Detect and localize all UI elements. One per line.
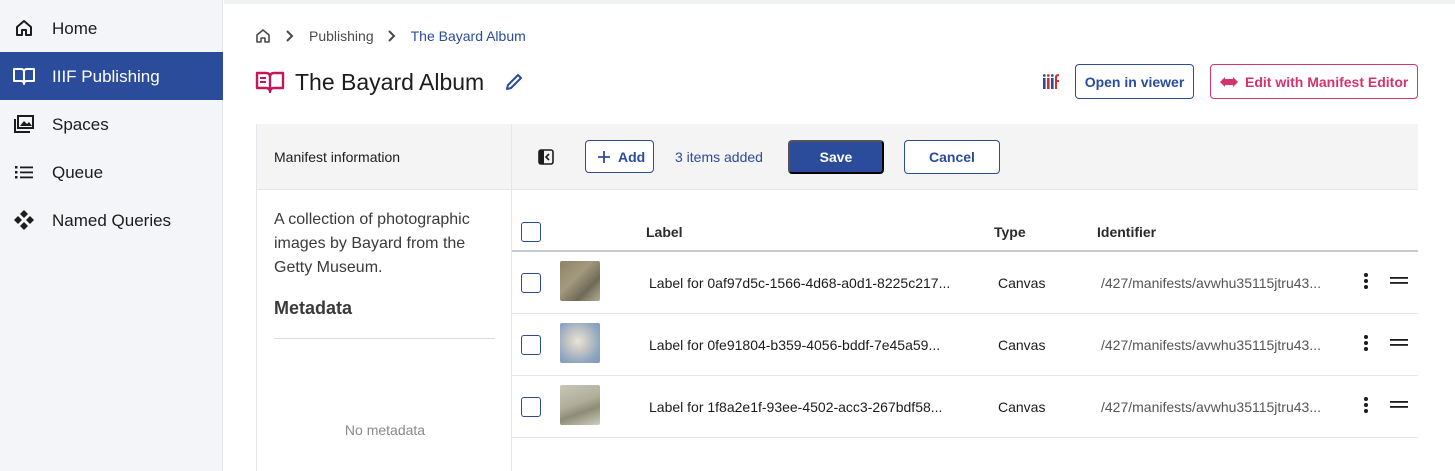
breadcrumb: Publishing The Bayard Album [254, 26, 526, 46]
canvas-table: Label Type Identifier Label for 0af97d5c… [512, 190, 1418, 438]
row-checkbox[interactable] [521, 273, 541, 293]
row-checkbox[interactable] [521, 335, 541, 355]
title-row: The Bayard Album [255, 66, 526, 98]
table-row[interactable]: Label for 0af97d5c-1566-4d68-a0d1-8225c2… [512, 252, 1418, 314]
sidebar: Home IIIF Publishing Spaces Queue Named … [0, 0, 223, 471]
row-identifier: /427/manifests/avwhu35115jtru43... [1101, 275, 1321, 291]
cancel-button[interactable]: Cancel [904, 140, 1000, 174]
no-metadata-text: No metadata [344, 422, 426, 438]
plus-icon [597, 150, 611, 164]
top-divider [224, 0, 1455, 4]
canvas-thumbnail [560, 261, 600, 301]
row-label: Label for 0fe91804-b359-4056-bddf-7e45a5… [649, 337, 941, 353]
table-row[interactable]: Label for 1f8a2e1f-93ee-4502-acc3-267bdf… [512, 376, 1418, 438]
items-added-status: 3 items added [675, 149, 763, 165]
sidebar-item-label: Spaces [52, 115, 109, 134]
sidebar-item-home[interactable]: Home [0, 4, 223, 52]
sidebar-item-label: Named Queries [52, 211, 172, 230]
drag-handle-icon[interactable] [1389, 398, 1409, 412]
manifest-info-panel: Manifest information A collection of pho… [256, 124, 512, 471]
table-row[interactable]: Label for 0fe91804-b359-4056-bddf-7e45a5… [512, 314, 1418, 376]
canvas-thumbnail [560, 323, 600, 363]
row-label: Label for 0af97d5c-1566-4d68-a0d1-8225c2… [649, 275, 951, 291]
row-identifier: /427/manifests/avwhu35115jtru43... [1101, 399, 1321, 415]
home-icon[interactable] [254, 27, 272, 45]
row-type: Canvas [998, 337, 1046, 353]
divider [274, 338, 495, 339]
metadata-title: Metadata [274, 298, 353, 318]
breadcrumb-current: The Bayard Album [410, 28, 526, 44]
save-button[interactable]: Save [788, 140, 884, 174]
add-label: Add [618, 148, 646, 165]
images-icon [12, 112, 36, 136]
more-options-icon[interactable] [1360, 395, 1372, 415]
canvas-thumbnail [560, 385, 600, 425]
home-icon [12, 16, 36, 40]
sidebar-item-label: IIIF Publishing [52, 67, 160, 86]
book-open-icon [12, 64, 36, 88]
pencil-icon[interactable] [504, 71, 526, 93]
breadcrumb-publishing[interactable]: Publishing [309, 28, 374, 44]
book-open-icon [255, 69, 285, 95]
manifest-info-header: Manifest information [257, 124, 511, 190]
chevron-right-icon [285, 30, 297, 42]
sidebar-item-named-queries[interactable]: Named Queries [0, 196, 223, 244]
row-identifier: /427/manifests/avwhu35115jtru43... [1101, 337, 1321, 353]
sidebar-item-spaces[interactable]: Spaces [0, 100, 223, 148]
column-header-type: Type [994, 224, 1026, 240]
more-options-icon[interactable] [1360, 271, 1372, 291]
edit-manifest-label: Edit with Manifest Editor [1245, 73, 1409, 90]
canvas-toolbar: Add 3 items added Save Cancel [512, 124, 1418, 190]
drag-handle-icon[interactable] [1389, 336, 1409, 350]
sidebar-item-label: Home [52, 19, 98, 38]
drag-handle-icon[interactable] [1389, 274, 1409, 288]
row-type: Canvas [998, 275, 1046, 291]
sidebar-item-queue[interactable]: Queue [0, 148, 223, 196]
diamond-dots-icon [12, 208, 36, 232]
manifest-description: A collection of photographic images by B… [274, 211, 470, 276]
page-title: The Bayard Album [295, 68, 485, 95]
list-icon [12, 160, 36, 184]
chevron-right-icon [387, 30, 399, 42]
more-options-icon[interactable] [1360, 333, 1372, 353]
select-all-checkbox[interactable] [521, 222, 541, 242]
column-header-identifier: Identifier [1097, 224, 1157, 240]
row-label: Label for 1f8a2e1f-93ee-4502-acc3-267bdf… [649, 399, 943, 415]
manifest-editor-icon [1219, 75, 1239, 89]
open-in-viewer-button[interactable]: Open in viewer [1075, 64, 1194, 99]
collapse-panel-icon[interactable] [538, 149, 554, 165]
app: Home IIIF Publishing Spaces Queue Named … [0, 0, 1455, 471]
edit-with-manifest-editor-button[interactable]: Edit with Manifest Editor [1210, 64, 1418, 99]
sidebar-item-iiif-publishing[interactable]: IIIF Publishing [0, 52, 223, 100]
column-header-label: Label [646, 224, 683, 240]
row-type: Canvas [998, 399, 1046, 415]
table-header: Label Type Identifier [512, 190, 1418, 252]
iiif-logo-icon[interactable] [1041, 72, 1061, 92]
add-button[interactable]: Add [585, 140, 654, 173]
row-checkbox[interactable] [521, 397, 541, 417]
sidebar-item-label: Queue [52, 163, 104, 182]
